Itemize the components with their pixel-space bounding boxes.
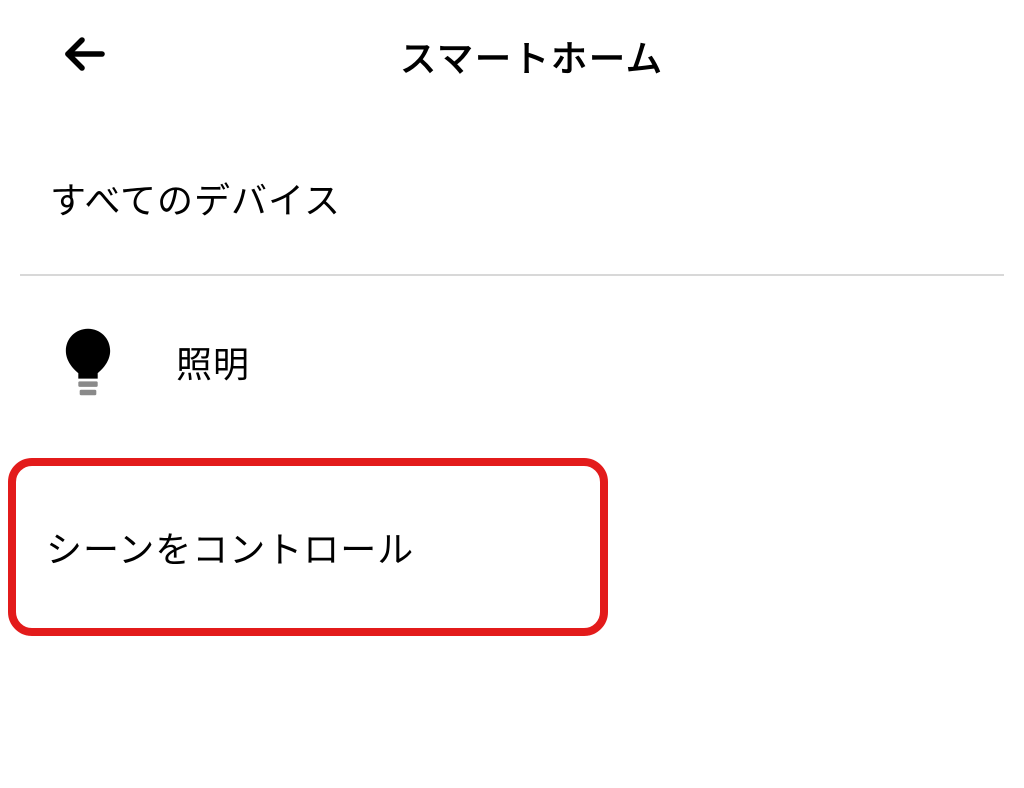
list-item-label: すべてのデバイス	[50, 172, 341, 224]
list-item-label: 照明	[176, 336, 250, 388]
highlighted-item-scene-control: シーンをコントロール	[8, 458, 608, 636]
list-item-all-devices[interactable]: すべてのデバイス	[20, 122, 1004, 276]
lightbulb-icon	[60, 326, 116, 398]
menu-list: すべてのデバイス 照明	[0, 122, 1024, 448]
page-title: スマートホーム	[60, 30, 1004, 82]
arrow-left-icon	[60, 30, 108, 83]
list-item-lighting[interactable]: 照明	[20, 276, 1004, 448]
list-item-label: シーンをコントロール	[46, 521, 414, 573]
page-header: スマートホーム	[0, 0, 1024, 122]
back-button[interactable]	[60, 30, 108, 83]
list-item-scene-control[interactable]: シーンをコントロール	[16, 466, 600, 628]
